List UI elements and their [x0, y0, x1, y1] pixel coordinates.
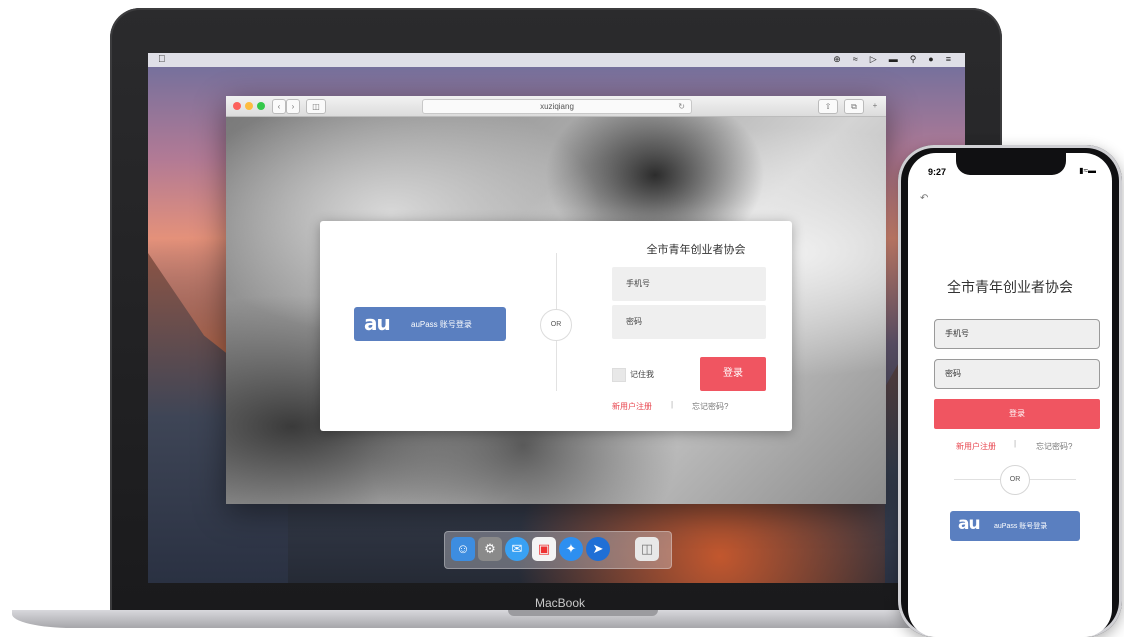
au-logo: au	[364, 311, 391, 335]
list-icon[interactable]: ≡	[946, 54, 951, 65]
phone-aupass-label: auPass 账号登录	[994, 523, 1048, 530]
laptop-screen:  ⊕ ≈ ▷ ▬ ⚲ ● ≡ ‹ › ◫ xuziqiang ↻ ⇧ ⧉ +	[148, 53, 965, 583]
phone-link-separator: |	[1014, 439, 1017, 448]
wifi-icon[interactable]: ≈	[853, 54, 858, 65]
menu-bar:  ⊕ ≈ ▷ ▬ ⚲ ● ≡	[148, 53, 965, 67]
back-arrow-icon[interactable]: ↶	[920, 193, 928, 204]
or-line-left	[954, 479, 1000, 480]
phone-or-separator: OR	[1000, 465, 1030, 495]
phone-input[interactable]: 手机号	[612, 267, 766, 301]
page-background-image: au auPass 账号登录 OR 全市青年创业者协会 手机号 密码 记住我 登…	[226, 117, 886, 504]
status-icons: ▮≈▬	[1079, 166, 1096, 175]
or-line-right	[1030, 479, 1076, 480]
dock: ☺ ⚙ ✉ ▣ ✦ ➤ ◫	[444, 531, 672, 569]
remember-label: 记住我	[630, 370, 654, 379]
system-preferences-icon[interactable]: ⚙	[478, 537, 502, 561]
minimize-window-button[interactable]	[245, 102, 253, 110]
share-icon[interactable]: ⇧	[818, 99, 838, 114]
close-window-button[interactable]	[233, 102, 241, 110]
phone-screen: 9:27 ▮≈▬ ↶ 全市青年创业者协会 手机号 密码 登录 新用户注册 | 忘…	[908, 153, 1112, 637]
phone-au-logo: au	[958, 514, 981, 534]
siri-icon[interactable]: ●	[928, 54, 933, 65]
phone-aupass-login-button[interactable]: au auPass 账号登录	[950, 511, 1080, 541]
url-text: xuziqiang	[540, 102, 574, 111]
forgot-password-link[interactable]: 忘记密码?	[692, 401, 728, 412]
macbook-label: MacBook	[534, 596, 586, 610]
search-icon[interactable]: ⚲	[910, 54, 917, 65]
safari-icon[interactable]: ✦	[559, 537, 583, 561]
phone-forgot-password-link[interactable]: 忘记密码?	[1036, 441, 1072, 452]
volume-icon[interactable]: ▷	[870, 54, 877, 65]
browser-window: ‹ › ◫ xuziqiang ↻ ⇧ ⧉ + au auPass 账号登录 O…	[226, 96, 886, 504]
phone-password-input[interactable]: 密码	[934, 359, 1100, 389]
bluetooth-icon[interactable]: ⊕	[833, 54, 841, 65]
password-input[interactable]: 密码	[612, 305, 766, 339]
or-separator: OR	[540, 309, 572, 341]
app-store-icon[interactable]: ➤	[586, 537, 610, 561]
remember-checkbox[interactable]	[612, 368, 626, 382]
phone-login-title: 全市青年创业者协会	[947, 279, 1073, 295]
login-title: 全市青年创业者协会	[646, 244, 746, 256]
address-bar[interactable]: xuziqiang ↻	[422, 99, 692, 114]
calendar-icon[interactable]: ▣	[532, 537, 556, 561]
link-separator: |	[671, 400, 674, 409]
tabs-icon[interactable]: ⧉	[844, 99, 864, 114]
laptop-hinge-notch	[508, 610, 658, 616]
status-time: 9:27	[928, 167, 947, 177]
phone-notch	[956, 153, 1066, 175]
aupass-label: auPass 账号登录	[411, 320, 472, 329]
reload-icon[interactable]: ↻	[678, 100, 685, 113]
phone-frame: 9:27 ▮≈▬ ↶ 全市青年创业者协会 手机号 密码 登录 新用户注册 | 忘…	[898, 145, 1122, 637]
phone-phone-input[interactable]: 手机号	[934, 319, 1100, 349]
messages-icon[interactable]: ✉	[505, 537, 529, 561]
battery-icon[interactable]: ▬	[889, 54, 898, 65]
trash-icon[interactable]: ◫	[635, 537, 659, 561]
zoom-window-button[interactable]	[257, 102, 265, 110]
phone-login-button[interactable]: 登录	[934, 399, 1100, 429]
new-tab-icon[interactable]: +	[868, 99, 882, 112]
back-button[interactable]: ‹	[272, 99, 286, 114]
sidebar-icon[interactable]: ◫	[306, 99, 326, 114]
register-link[interactable]: 新用户注册	[612, 401, 652, 412]
phone-register-link[interactable]: 新用户注册	[956, 441, 996, 452]
login-button[interactable]: 登录	[700, 357, 766, 391]
finder-icon[interactable]: ☺	[451, 537, 475, 561]
browser-toolbar: ‹ › ◫ xuziqiang ↻ ⇧ ⧉ +	[226, 96, 886, 117]
apple-icon[interactable]: 	[158, 54, 166, 65]
aupass-login-button[interactable]: au auPass 账号登录	[354, 307, 506, 341]
forward-button[interactable]: ›	[286, 99, 300, 114]
login-card: au auPass 账号登录 OR 全市青年创业者协会 手机号 密码 记住我 登…	[320, 221, 792, 431]
